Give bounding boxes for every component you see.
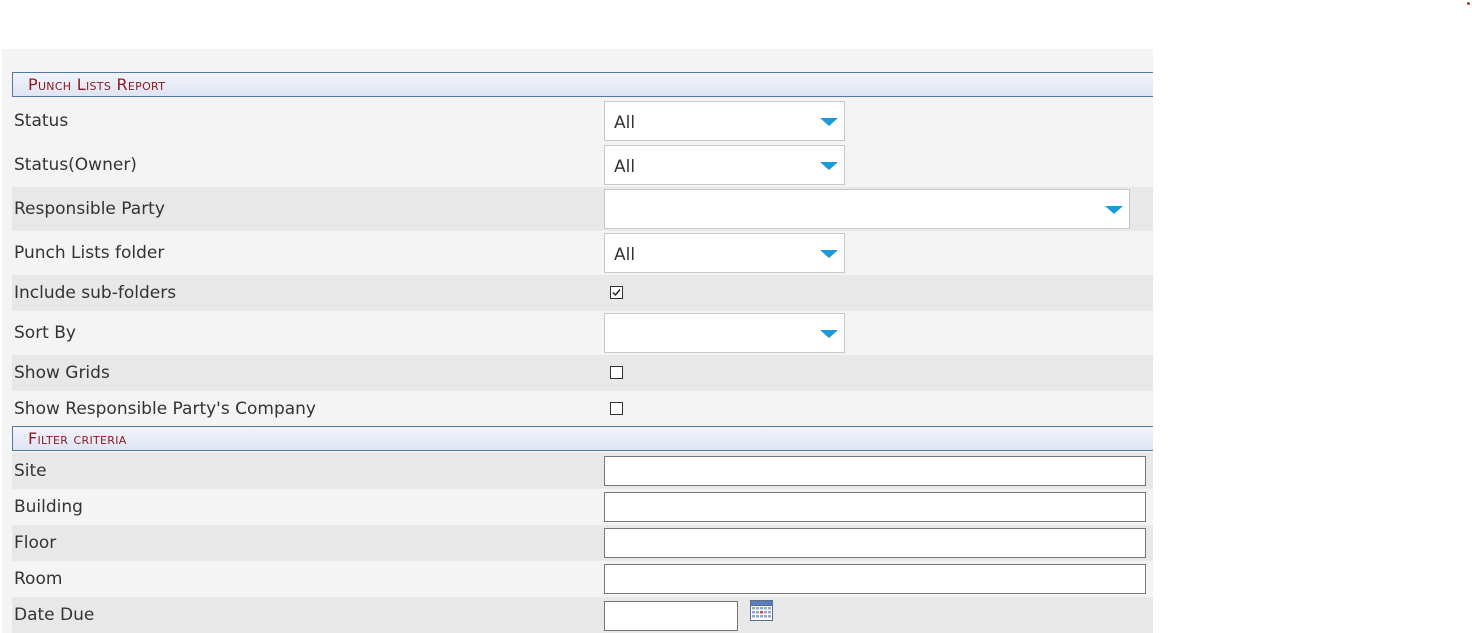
- status-owner-label: Status(Owner): [14, 155, 137, 175]
- filter-section-title: Filter criteria: [28, 429, 127, 448]
- chevron-down-icon[interactable]: [820, 250, 838, 258]
- sort-by-select[interactable]: [604, 313, 845, 353]
- status-select[interactable]: All: [604, 101, 845, 141]
- report-form-panel: Punch Lists Report Status All Status(Own…: [2, 49, 1153, 633]
- room-row: Room: [12, 561, 1153, 597]
- punch-lists-folder-row: Punch Lists folder All: [12, 231, 1153, 275]
- floor-row: Floor: [12, 525, 1153, 561]
- chevron-down-icon[interactable]: [1105, 206, 1123, 214]
- room-label: Room: [14, 569, 63, 589]
- site-label: Site: [14, 461, 47, 481]
- status-owner-select-value: All: [614, 157, 636, 177]
- status-owner-select[interactable]: All: [604, 145, 845, 185]
- punch-lists-folder-label: Punch Lists folder: [14, 243, 165, 263]
- sort-by-label: Sort By: [14, 323, 76, 343]
- status-owner-row: Status(Owner) All: [12, 143, 1153, 187]
- include-subfolders-label: Include sub-folders: [14, 283, 177, 303]
- show-responsible-company-row: Show Responsible Party's Company: [12, 391, 1153, 427]
- status-select-value: All: [614, 113, 636, 133]
- status-label: Status: [14, 111, 69, 131]
- responsible-party-label: Responsible Party: [14, 199, 165, 219]
- filter-section-header: Filter criteria: [12, 426, 1153, 451]
- chevron-down-icon[interactable]: [820, 330, 838, 338]
- status-dot: [1467, 2, 1470, 5]
- floor-input[interactable]: [604, 528, 1146, 558]
- checkmark-icon: [612, 289, 621, 297]
- chevron-down-icon[interactable]: [820, 118, 838, 126]
- building-row: Building: [12, 489, 1153, 525]
- date-due-input[interactable]: [604, 601, 738, 631]
- show-grids-checkbox[interactable]: [610, 366, 623, 379]
- responsible-party-row: Responsible Party: [12, 187, 1153, 231]
- responsible-party-select[interactable]: [604, 189, 1130, 229]
- report-section-title: Punch Lists Report: [28, 75, 166, 94]
- calendar-icon[interactable]: [750, 600, 773, 621]
- show-responsible-company-label: Show Responsible Party's Company: [14, 399, 316, 419]
- building-input[interactable]: [604, 492, 1146, 522]
- room-input[interactable]: [604, 564, 1146, 594]
- chevron-down-icon[interactable]: [820, 162, 838, 170]
- show-responsible-company-checkbox[interactable]: [610, 402, 623, 415]
- date-due-row: Date Due: [12, 597, 1153, 633]
- include-subfolders-row: Include sub-folders: [12, 275, 1153, 311]
- sort-by-row: Sort By: [12, 311, 1153, 355]
- date-due-label: Date Due: [14, 605, 95, 625]
- show-grids-label: Show Grids: [14, 363, 110, 383]
- show-grids-row: Show Grids: [12, 355, 1153, 391]
- building-label: Building: [14, 497, 83, 517]
- punch-lists-folder-select-value: All: [614, 245, 636, 265]
- site-row: Site: [12, 453, 1153, 489]
- site-input[interactable]: [604, 456, 1146, 486]
- punch-lists-folder-select[interactable]: All: [604, 233, 845, 273]
- include-subfolders-checkbox[interactable]: [610, 286, 623, 299]
- status-row: Status All: [12, 99, 1153, 143]
- floor-label: Floor: [14, 533, 57, 553]
- report-section-header: Punch Lists Report: [12, 72, 1153, 97]
